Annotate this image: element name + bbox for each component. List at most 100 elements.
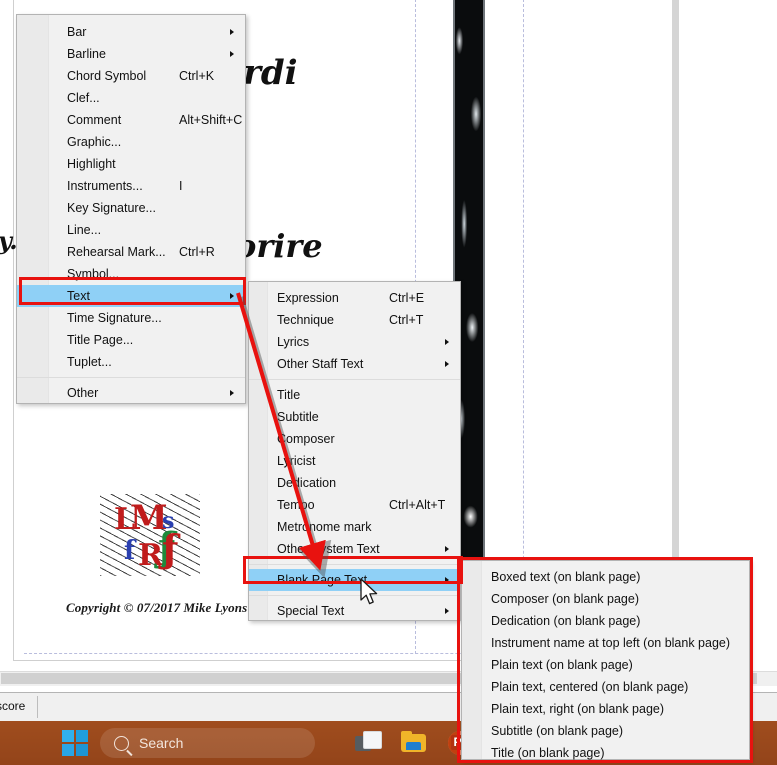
menu-item-label: Composer (on blank page) (491, 592, 639, 606)
menu-item-clef[interactable]: Clef... (17, 87, 245, 109)
menu-item-label: Subtitle (on blank page) (491, 724, 624, 738)
menu-item-title-on-blank-page[interactable]: Title (on blank page) (462, 742, 749, 764)
menu-item-composer-on-blank-page[interactable]: Composer (on blank page) (462, 588, 749, 610)
menu-item-lyricist[interactable]: Lyricist (249, 450, 460, 472)
menu-item-label: Text (67, 289, 90, 303)
status-tab-label[interactable]: score (0, 699, 25, 713)
menu-item-shortcut: I (179, 179, 183, 193)
menu-item-subtitle-on-blank-page[interactable]: Subtitle (on blank page) (462, 720, 749, 742)
publisher-logo: L M s f R ƒ ƒ (100, 494, 200, 576)
menu-item-other-staff-text[interactable]: Other Staff Text (249, 353, 460, 375)
menu-item-label: Comment (67, 113, 122, 127)
menu-item-shortcut: Ctrl+Alt+T (389, 498, 446, 512)
menu-item-dedication[interactable]: Dedication (249, 472, 460, 494)
menu-item-label: Blank Page Text (277, 573, 368, 587)
menu-item-shortcut: Ctrl+T (389, 313, 424, 327)
logo-clef-red: ƒ (162, 526, 179, 571)
menu-item-shortcut: Ctrl+R (179, 245, 215, 259)
menu-item-metronome-mark[interactable]: Metronome mark (249, 516, 460, 538)
menu-item-other[interactable]: Other (17, 382, 245, 404)
submenu-arrow-icon (445, 546, 449, 552)
task-view-icon[interactable] (355, 730, 382, 756)
menu-item-dedication-on-blank-page[interactable]: Dedication (on blank page) (462, 610, 749, 632)
menu-item-label: Tuplet... (67, 355, 112, 369)
menu-item-lyrics[interactable]: Lyrics (249, 331, 460, 353)
menu-item-instrument-name-at-top-left-on-blank-page[interactable]: Instrument name at top left (on blank pa… (462, 632, 749, 654)
menu-item-highlight[interactable]: Highlight (17, 153, 245, 175)
menu-item-label: Composer (277, 432, 335, 446)
menu-item-label: Symbol... (67, 267, 120, 281)
menu-item-label: Other Staff Text (277, 357, 364, 371)
menu-item-symbol[interactable]: Symbol... (17, 263, 245, 285)
menu-item-bar[interactable]: Bar (17, 21, 245, 43)
menu-item-plain-text-right-on-blank-page[interactable]: Plain text, right (on blank page) (462, 698, 749, 720)
menu-item-instruments[interactable]: Instruments... I (17, 175, 245, 197)
menu-item-label: Title Page... (67, 333, 134, 347)
menu-item-key-signature[interactable]: Key Signature... (17, 197, 245, 219)
score-text-fragment: y. (0, 226, 18, 255)
add-menu-items: Bar Barline Chord Symbol Ctrl+K Clef... Comme… (17, 21, 245, 404)
menu-item-comment[interactable]: Comment Alt+Shift+C (17, 109, 245, 131)
menu-item-chord-symbol[interactable]: Chord Symbol Ctrl+K (17, 65, 245, 87)
menu-item-label: Rehearsal Mark... (67, 245, 166, 259)
menu-item-plain-text-centered-on-blank-page[interactable]: Plain text, centered (on blank page) (462, 676, 749, 698)
menu-item-label: Tempo (277, 498, 315, 512)
menu-item-tempo[interactable]: Tempo Ctrl+Alt+T (249, 494, 460, 516)
menu-item-title-page[interactable]: Title Page... (17, 329, 245, 351)
score-subtitle-fragment: orire (235, 227, 323, 265)
menu-item-technique[interactable]: Technique Ctrl+T (249, 309, 460, 331)
menu-item-shortcut: Ctrl+K (179, 69, 215, 83)
menu-item-tuplet[interactable]: Tuplet... (17, 351, 245, 373)
menu-separator (249, 595, 460, 596)
menu-item-label: Instruments... (67, 179, 143, 193)
menu-item-label: Clef... (67, 91, 100, 105)
menu-item-composer[interactable]: Composer (249, 428, 460, 450)
menu-item-label: Barline (67, 47, 106, 61)
menu-item-label: Special Text (277, 604, 345, 618)
menu-item-graphic[interactable]: Graphic... (17, 131, 245, 153)
windows-start-icon[interactable] (62, 730, 88, 756)
add-menu[interactable]: Bar Barline Chord Symbol Ctrl+K Clef... Comme… (16, 14, 246, 404)
menu-item-label: Title (on blank page) (491, 746, 605, 760)
menu-item-barline[interactable]: Barline (17, 43, 245, 65)
menu-item-title[interactable]: Title (249, 384, 460, 406)
menu-item-shortcut: Ctrl+E (389, 291, 425, 305)
menu-item-subtitle[interactable]: Subtitle (249, 406, 460, 428)
menu-item-blank-page-text[interactable]: Blank Page Text (249, 569, 460, 591)
search-icon (114, 735, 129, 751)
menu-item-expression[interactable]: Expression Ctrl+E (249, 287, 460, 309)
menu-item-boxed-text-on-blank-page[interactable]: Boxed text (on blank page) (462, 566, 749, 588)
task-view-front (363, 731, 382, 749)
menu-item-time-signature[interactable]: Time Signature... (17, 307, 245, 329)
menu-item-label: Lyricist (277, 454, 316, 468)
start-tile-3 (62, 744, 74, 756)
menu-item-label: Bar (67, 25, 87, 39)
taskbar-search-box[interactable]: Search (100, 728, 315, 758)
menu-item-special-text[interactable]: Special Text (249, 600, 460, 622)
copyright-text: Copyright © 07/2017 Mike Lyons (66, 600, 248, 615)
menu-item-text[interactable]: Text (17, 285, 245, 307)
margin-guide-right (523, 0, 524, 654)
mouse-cursor (360, 578, 378, 605)
menu-item-label: Boxed text (on blank page) (491, 570, 641, 584)
submenu-arrow-icon (445, 608, 449, 614)
file-explorer-icon[interactable] (401, 730, 427, 756)
menu-item-label: Key Signature... (67, 201, 156, 215)
menu-item-line[interactable]: Line... (17, 219, 245, 241)
text-submenu-items: Expression Ctrl+E Technique Ctrl+T Lyrics Oth… (249, 287, 460, 622)
menu-item-label: Plain text, right (on blank page) (491, 702, 665, 716)
start-tile-1 (62, 730, 74, 742)
submenu-arrow-icon (445, 339, 449, 345)
status-divider (37, 696, 38, 718)
menu-item-label: Highlight (67, 157, 116, 171)
search-placeholder: Search (139, 735, 184, 751)
menu-item-label: Dedication (277, 476, 337, 490)
menu-item-label: Line... (67, 223, 102, 237)
text-submenu[interactable]: Expression Ctrl+E Technique Ctrl+T Lyrics Oth… (248, 281, 461, 621)
menu-item-other-system-text[interactable]: Other System Text (249, 538, 460, 560)
menu-item-plain-text-on-blank-page[interactable]: Plain text (on blank page) (462, 654, 749, 676)
blank-page-text-submenu[interactable]: Boxed text (on blank page) Composer (on b… (461, 560, 750, 760)
submenu-arrow-icon (230, 29, 234, 35)
menu-item-label: Lyrics (277, 335, 310, 349)
menu-item-rehearsal-mark[interactable]: Rehearsal Mark... Ctrl+R (17, 241, 245, 263)
